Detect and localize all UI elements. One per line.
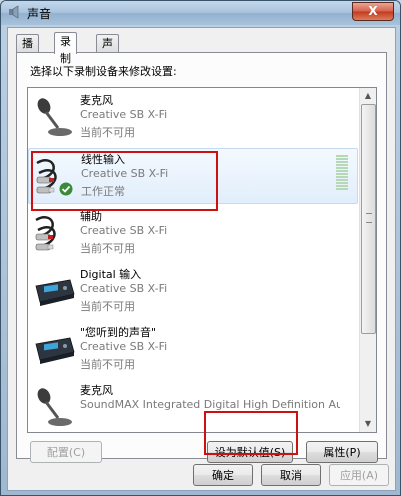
title-bar[interactable]: 声音 X <box>1 1 400 25</box>
level-meter <box>336 155 348 193</box>
scroll-up-icon[interactable]: ▲ <box>361 89 375 103</box>
apply-button[interactable]: 应用(A) <box>329 464 389 486</box>
device-status: 工作正常 <box>81 185 125 198</box>
speaker-icon <box>9 5 19 19</box>
digital-device-icon <box>35 279 75 306</box>
device-name: 麦克风 <box>80 384 113 397</box>
device-name: Digital 输入 <box>80 268 142 281</box>
device-name: 麦克风 <box>80 94 113 107</box>
device-list[interactable]: 麦克风 Creative SB X-Fi 当前不可用 线性输入 Creative… <box>27 87 377 433</box>
digital-device-icon <box>35 337 75 364</box>
device-name: 辅助 <box>80 210 102 223</box>
vertical-scrollbar[interactable]: ▲ ▼ <box>359 88 376 432</box>
properties-button[interactable]: 属性(P) <box>306 441 378 463</box>
device-driver: Creative SB X-Fi <box>81 167 169 180</box>
device-name: "您听到的声音" <box>80 326 157 339</box>
device-driver: Creative SB X-Fi <box>80 224 168 237</box>
microphone-icon <box>37 388 72 426</box>
device-name: 线性输入 <box>81 153 125 166</box>
device-status: 当前不可用 <box>80 242 135 255</box>
device-status: 当前不可用 <box>80 358 135 371</box>
device-driver: Creative SB X-Fi <box>80 282 168 295</box>
dialog-client: 播放 录制 声音 选择以下录制设备来修改设置: 麦克风 Creative SB … <box>7 27 396 491</box>
configure-button[interactable]: 配置(C) <box>30 441 102 463</box>
list-item[interactable]: Digital 输入 Creative SB X-Fi 当前不可用 <box>28 264 358 320</box>
microphone-icon <box>37 98 72 136</box>
tab-recording[interactable]: 录制 <box>54 32 77 65</box>
tab-playback[interactable]: 播放 <box>16 34 39 67</box>
scroll-down-icon[interactable]: ▼ <box>361 417 375 431</box>
set-default-button[interactable]: 设为默认值(S) <box>207 441 293 463</box>
device-driver: Creative SB X-Fi <box>80 340 168 353</box>
cancel-button[interactable]: 取消 <box>261 464 321 486</box>
check-default-icon <box>59 182 73 196</box>
list-item-selected[interactable]: 线性输入 Creative SB X-Fi 工作正常 <box>28 148 358 204</box>
scroll-thumb[interactable] <box>361 104 376 334</box>
device-status: 当前不可用 <box>80 300 135 313</box>
close-button[interactable]: X <box>352 2 394 21</box>
recording-panel: 选择以下录制设备来修改设置: 麦克风 Creative SB X-Fi 当前不可… <box>16 52 387 463</box>
list-item[interactable]: 麦克风 SoundMAX Integrated Digital High Def… <box>28 380 358 432</box>
window-title: 声音 <box>27 7 52 21</box>
instruction-text: 选择以下录制设备来修改设置: <box>30 65 177 78</box>
tab-sounds[interactable]: 声音 <box>96 34 119 67</box>
device-driver: Creative SB X-Fi <box>80 108 168 121</box>
device-status: 当前不可用 <box>80 126 135 139</box>
rca-cable-icon <box>35 216 56 251</box>
list-item[interactable]: 辅助 Creative SB X-Fi 当前不可用 <box>28 206 358 262</box>
list-item[interactable]: "您听到的声音" Creative SB X-Fi 当前不可用 <box>28 322 358 378</box>
sound-dialog: 声音 X 播放 录制 声音 选择以下录制设备来修改设置: 麦克风 Creativ… <box>0 0 401 496</box>
ok-button[interactable]: 确定 <box>193 464 253 486</box>
device-driver: SoundMAX Integrated Digital High Definit… <box>80 398 340 411</box>
list-item[interactable]: 麦克风 Creative SB X-Fi 当前不可用 <box>28 90 358 146</box>
